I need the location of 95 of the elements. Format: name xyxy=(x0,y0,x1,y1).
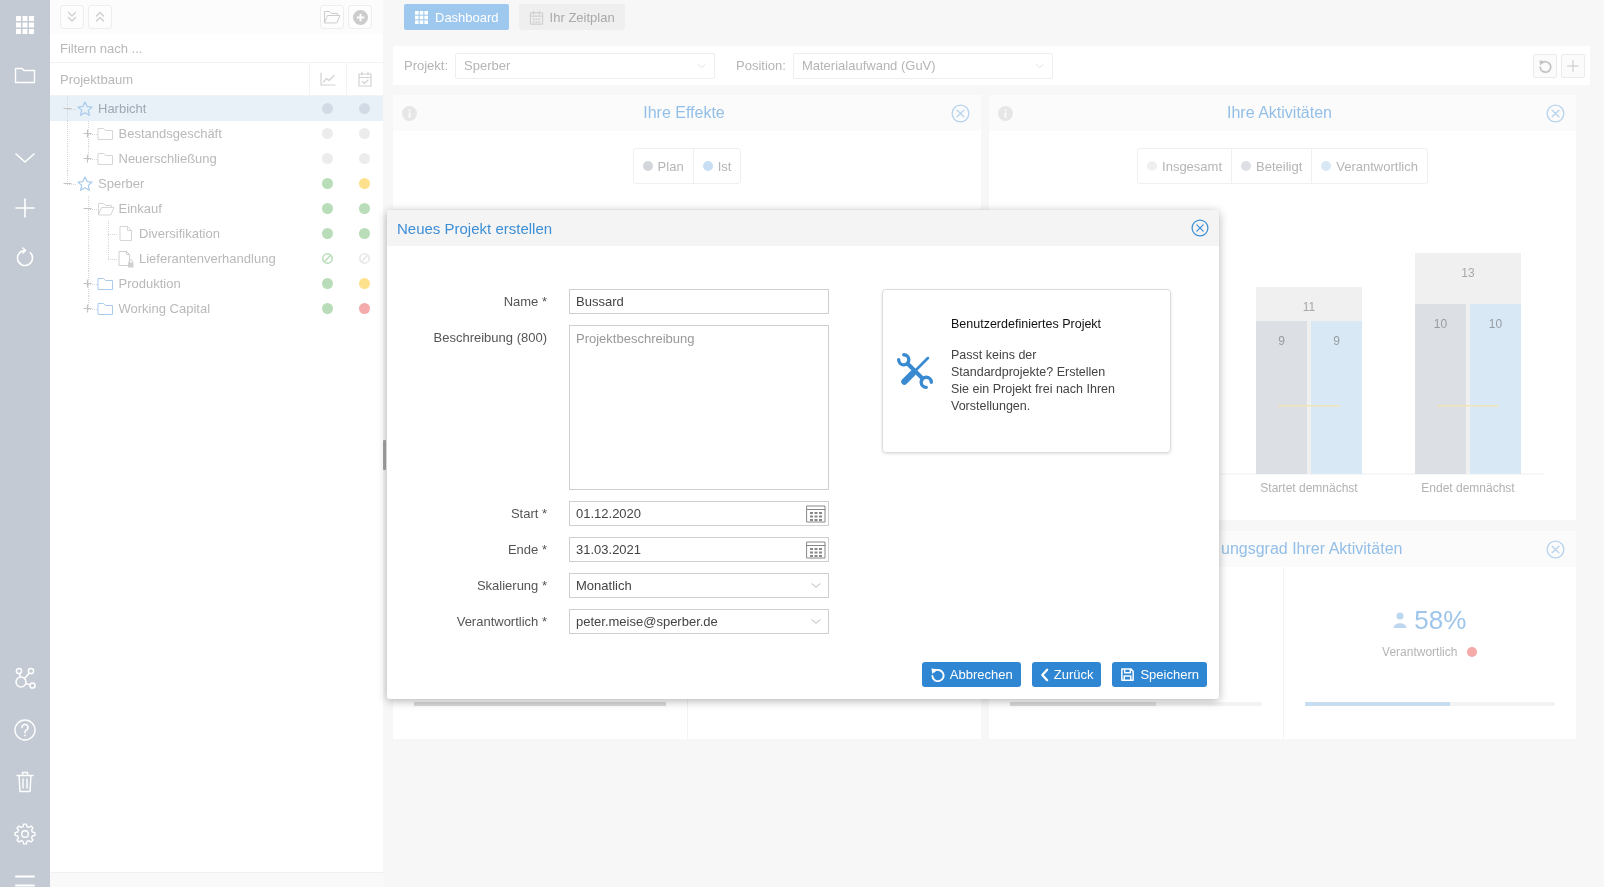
chevron-down-icon xyxy=(811,582,821,589)
line-chart-icon xyxy=(320,72,336,86)
refresh-icon[interactable] xyxy=(15,247,35,269)
close-icon[interactable] xyxy=(1546,539,1565,559)
template-description: Passt keins der Standardprojekte? Erstellen Sie ein Projekt frei nach Ihren Vorstellungen. xyxy=(951,347,1116,415)
plus-icon[interactable] xyxy=(83,154,92,163)
bar-value-label: 13 xyxy=(1461,266,1475,281)
back-button[interactable]: Zurück xyxy=(1031,662,1102,687)
calendar-icon[interactable] xyxy=(806,504,826,523)
menu-icon[interactable] xyxy=(15,875,35,887)
tree-item[interactable]: Bestandsgeschäft xyxy=(50,121,383,146)
reset-button[interactable] xyxy=(1533,53,1557,78)
tab[interactable]: Dashboard xyxy=(404,4,509,30)
field-label: Start * xyxy=(509,505,547,523)
tree-header: Projektbaum xyxy=(59,71,134,87)
plus-icon xyxy=(1567,59,1579,72)
calendar-icon[interactable] xyxy=(806,540,826,559)
grid-icon[interactable] xyxy=(16,16,34,34)
folder-icon[interactable] xyxy=(14,66,36,84)
add-button[interactable] xyxy=(348,5,372,29)
input-field[interactable]: Bussard xyxy=(569,289,829,314)
add-button[interactable] xyxy=(1561,53,1585,78)
plus-icon[interactable] xyxy=(83,304,92,313)
field-label: Name * xyxy=(502,293,547,311)
cancel-button[interactable]: Abbrechen xyxy=(921,662,1021,687)
calendar-icon xyxy=(528,9,544,25)
description-field[interactable]: Projektbeschreibung xyxy=(569,325,829,490)
expand-all-button[interactable] xyxy=(60,5,84,29)
bar-value-label: 11 xyxy=(1302,300,1316,315)
dropdown[interactable]: Materialaufwand (GuV) xyxy=(792,52,1053,79)
person-icon xyxy=(1393,612,1408,628)
bar-value-label: 10 xyxy=(1488,317,1503,332)
splitter-handle[interactable] xyxy=(383,440,386,470)
chevron-down-icon xyxy=(811,618,821,625)
template-title: Benutzerdefiniertes Projekt xyxy=(951,316,1103,332)
trash-icon[interactable] xyxy=(15,771,35,793)
dropdown[interactable]: Monatlich xyxy=(569,573,829,598)
dialog-title: Neues Projekt erstellen xyxy=(397,219,553,237)
date-field[interactable]: 31.03.2021 xyxy=(569,537,829,562)
close-icon[interactable] xyxy=(1191,219,1209,237)
open-folder-button[interactable] xyxy=(320,5,344,29)
tree-item[interactable]: Lieferantenverhandlung xyxy=(50,246,383,271)
save-icon xyxy=(1120,667,1136,682)
legend-toggle[interactable]: Beteiligt xyxy=(1231,149,1312,183)
tools-icon xyxy=(897,353,933,389)
tree-item[interactable]: Produktion xyxy=(50,271,383,296)
settings-icon[interactable] xyxy=(14,823,36,845)
collapse-all-button[interactable] xyxy=(88,5,112,29)
plus-icon[interactable] xyxy=(83,279,92,288)
dropdown[interactable]: peter.meise@sperber.de xyxy=(569,609,829,634)
close-icon[interactable] xyxy=(1546,103,1565,123)
template-card[interactable]: Benutzerdefiniertes Projekt Passt keins der Standardprojekte? Erstellen Sie ein Projekt frei nach Ihren Vorstellungen. xyxy=(882,289,1171,453)
help-icon[interactable] xyxy=(14,719,36,741)
plus-icon[interactable] xyxy=(83,129,92,138)
tree-item[interactable]: Sperber xyxy=(50,171,383,196)
tree-item[interactable]: Neuerschließung xyxy=(50,146,383,171)
percentage-value: 58% xyxy=(1414,605,1467,635)
axis-label: Startet demnächst xyxy=(1260,481,1358,496)
legend-toggle[interactable]: Ist xyxy=(692,149,741,183)
legend-toggle[interactable]: Verantwortlich xyxy=(1311,149,1427,183)
field-label: Verantwortlich * xyxy=(455,613,547,631)
undo-icon xyxy=(929,667,945,682)
tree-item[interactable]: Harbicht xyxy=(50,96,383,121)
tab[interactable]: Ihr Zeitplan xyxy=(518,4,625,30)
tree-item[interactable]: Einkauf xyxy=(50,196,383,221)
date-field[interactable]: 01.12.2020 xyxy=(569,501,829,526)
field-label: Beschreibung (800) xyxy=(432,329,547,347)
dropdown[interactable]: Sperber xyxy=(455,52,716,79)
folder-open-icon xyxy=(323,10,341,24)
tree-item[interactable]: Working Capital xyxy=(50,296,383,321)
undo-icon xyxy=(1538,58,1552,73)
close-icon[interactable] xyxy=(951,103,970,123)
panel-title: Ihre Effekte xyxy=(642,104,726,122)
field-label: Ende * xyxy=(506,541,547,559)
stat-label: Verantwortlich xyxy=(1382,645,1458,659)
double-chevron-down-icon xyxy=(66,11,78,23)
grid-icon xyxy=(414,10,429,24)
tree-item[interactable]: Diversifikation xyxy=(50,221,383,246)
panel-title: ungsgrad Ihrer Aktivitäten xyxy=(1220,540,1404,558)
filter-label: Projekt: xyxy=(404,58,449,73)
calendar-check-icon xyxy=(358,71,372,87)
bar-value-label: 9 xyxy=(1278,334,1285,349)
chevron-left-icon xyxy=(1039,667,1049,682)
legend-toggle[interactable]: Insgesamt xyxy=(1138,149,1232,183)
axis-label: Endet demnächst xyxy=(1421,481,1515,496)
save-button[interactable]: Speichern xyxy=(1112,662,1207,687)
panel-title: Ihre Aktivitäten xyxy=(1226,104,1333,122)
field-label: Skalierung * xyxy=(475,577,547,595)
bar-value-label: 10 xyxy=(1433,317,1448,332)
double-chevron-up-icon xyxy=(94,11,106,23)
legend-toggle[interactable]: Plan xyxy=(633,149,693,183)
filter-label: Position: xyxy=(736,58,786,73)
chevron-down-icon[interactable] xyxy=(14,151,36,165)
nodes-icon[interactable] xyxy=(14,667,36,689)
bar-value-label: 9 xyxy=(1333,334,1340,349)
